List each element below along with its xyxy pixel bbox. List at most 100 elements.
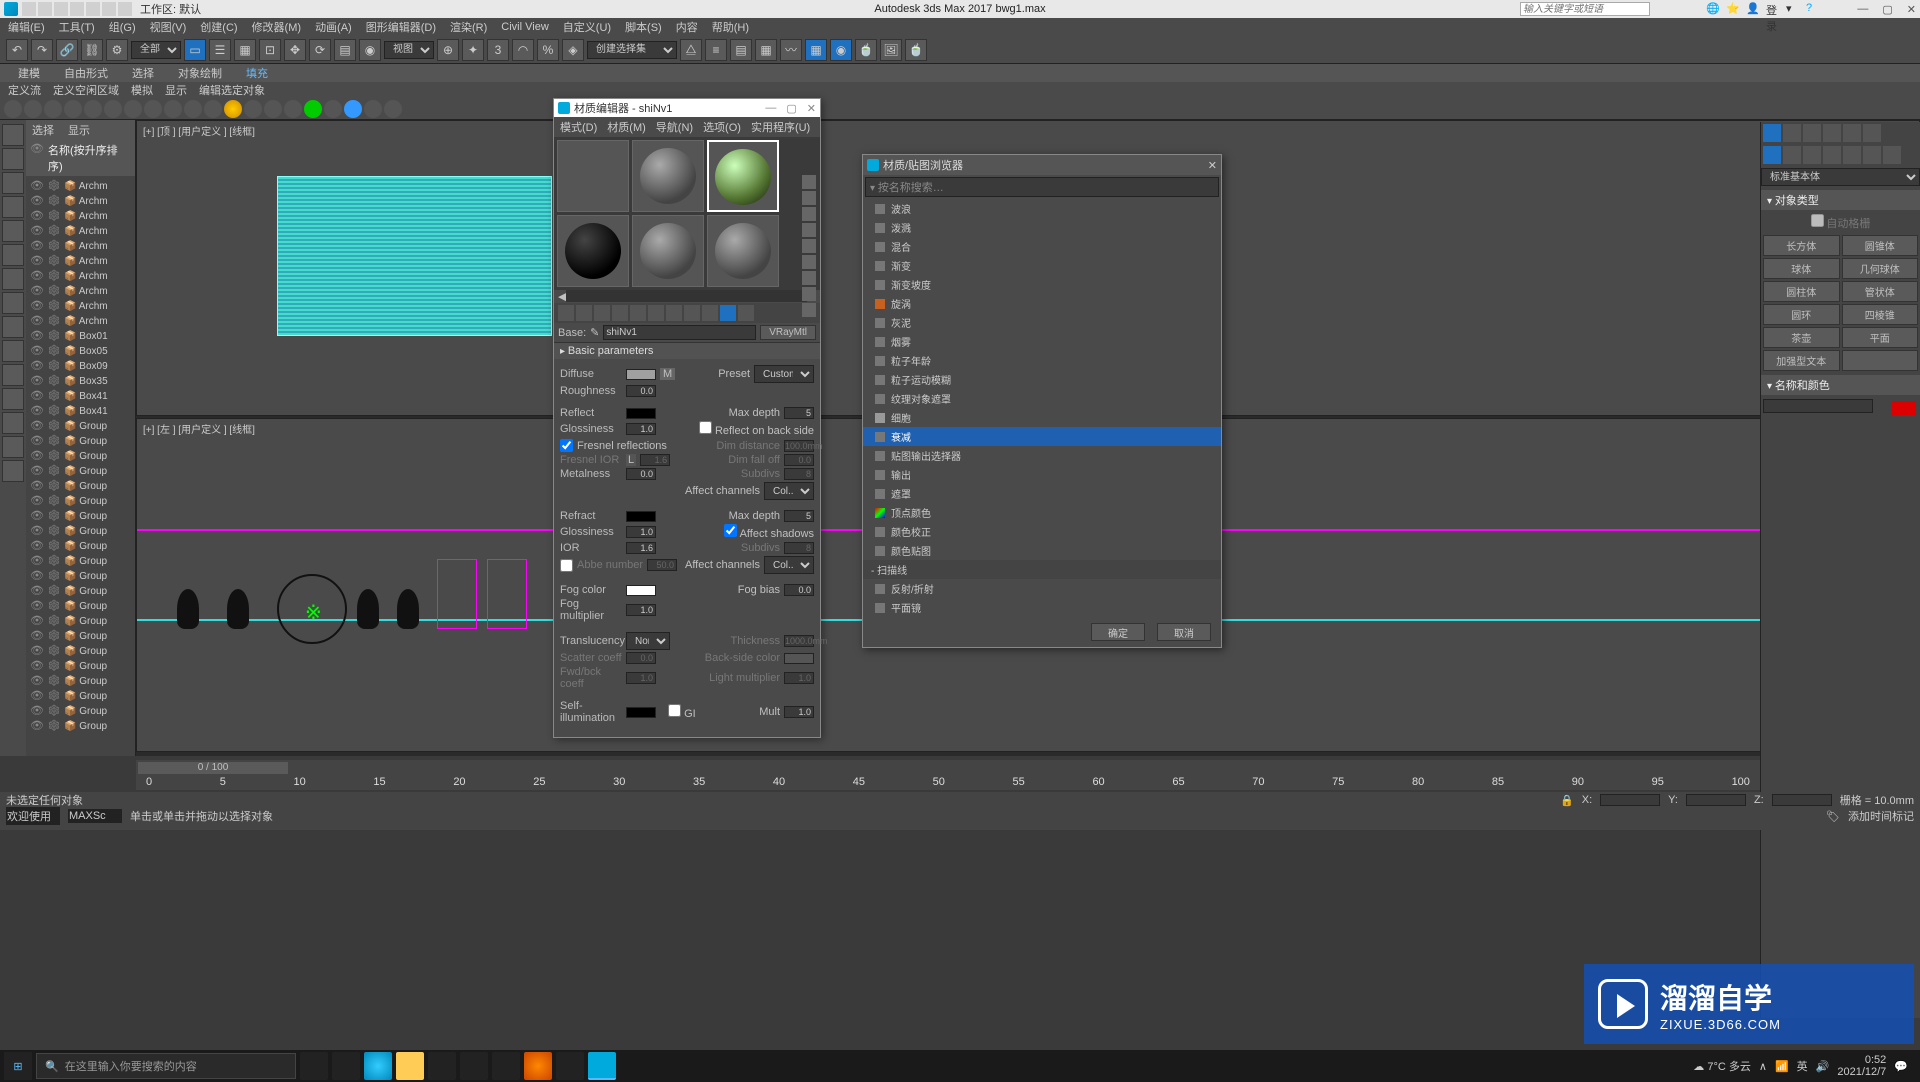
gloss-spinner[interactable]: 1.0	[626, 423, 656, 435]
primitive-button[interactable]: 圆柱体	[1763, 281, 1840, 302]
mb-item[interactable]: 薄壁折射	[863, 617, 1221, 619]
menu-civil[interactable]: Civil View	[501, 21, 548, 33]
refract-swatch[interactable]	[626, 511, 656, 522]
refr-md-spinner[interactable]: 5	[784, 510, 814, 522]
mb-item[interactable]: 顶点颜色	[863, 503, 1221, 522]
scene-item[interactable]: 👁 ❄ 📦 Group	[28, 538, 133, 553]
time-slider[interactable]: 0 / 100	[138, 762, 288, 774]
scene-item[interactable]: 👁 ❄ 📦 Box09	[28, 358, 133, 373]
mb-titlebar[interactable]: 材质/贴图浏览器 ✕	[863, 155, 1221, 175]
ribbon-tab[interactable]: 对象绘制	[178, 65, 222, 81]
me-tbtn[interactable]	[702, 305, 718, 321]
placement-button[interactable]: ◉	[359, 39, 381, 61]
qat-icon[interactable]	[54, 2, 68, 16]
mat-slot[interactable]	[557, 140, 629, 212]
mb-item[interactable]: 泼溅	[863, 218, 1221, 237]
left-tool[interactable]	[2, 460, 24, 482]
marker-icon[interactable]: 🏷	[1826, 810, 1840, 823]
ribbon-tab[interactable]: 自由形式	[64, 65, 108, 81]
scene-item[interactable]: 👁 ❄ 📦 Box05	[28, 343, 133, 358]
scene-item[interactable]: 👁 ❄ 📦 Box41	[28, 403, 133, 418]
left-tool[interactable]	[2, 244, 24, 266]
eye-icon[interactable]: 👁	[30, 142, 44, 174]
help-icon[interactable]: ?	[1806, 2, 1820, 16]
me-menu[interactable]: 材质(M)	[607, 119, 646, 135]
ribbon-tab[interactable]: 填充	[246, 65, 268, 81]
create-icon[interactable]	[324, 100, 342, 118]
left-tool[interactable]	[2, 148, 24, 170]
menu-render[interactable]: 渲染(R)	[450, 19, 487, 35]
me-close[interactable]: ✕	[807, 102, 816, 115]
scene-item[interactable]: 👁 ❄ 📦 Group	[28, 508, 133, 523]
fogbias-spinner[interactable]: 0.0	[784, 584, 814, 596]
marker-label[interactable]: 添加时间标记	[1848, 808, 1914, 824]
me-menu[interactable]: 导航(N)	[656, 119, 693, 135]
angle-snap-button[interactable]: ◠	[512, 39, 534, 61]
menu-modifier[interactable]: 修改器(M)	[252, 19, 302, 35]
taskbar-app[interactable]	[428, 1052, 456, 1080]
menu-create[interactable]: 创建(C)	[200, 19, 237, 35]
cmd-subtab[interactable]	[1823, 146, 1841, 164]
ribbon-item[interactable]: 定义流	[8, 82, 41, 98]
menu-script[interactable]: 脚本(S)	[625, 19, 662, 35]
cmd-subtab[interactable]	[1803, 146, 1821, 164]
me-tbtn[interactable]	[612, 305, 628, 321]
schematic-button[interactable]: ▦	[805, 39, 827, 61]
se-display[interactable]: 显示	[68, 122, 90, 138]
primitive-button[interactable]: 加强型文本	[1763, 350, 1840, 371]
me-tbtn[interactable]	[738, 305, 754, 321]
ribbon-item[interactable]: 显示	[165, 82, 187, 98]
scene-item[interactable]: 👁 ❄ 📦 Group	[28, 433, 133, 448]
coord-z[interactable]	[1772, 794, 1832, 806]
me-tool[interactable]	[802, 239, 816, 253]
me-titlebar[interactable]: 材质编辑器 - shiNv1 —▢✕	[554, 99, 820, 117]
primitive-button[interactable]: 圆锥体	[1842, 235, 1919, 256]
undo-button[interactable]: ↶	[6, 39, 28, 61]
tray-volume[interactable]: 🔊	[1816, 1060, 1830, 1073]
primitive-button[interactable]	[1842, 350, 1919, 371]
scroll-left[interactable]: ◀	[558, 290, 566, 303]
qat-icon[interactable]	[118, 2, 132, 16]
primitive-button[interactable]: 四棱锥	[1842, 304, 1919, 325]
left-tool[interactable]	[2, 196, 24, 218]
qat-icon[interactable]	[102, 2, 116, 16]
close-button[interactable]: ✕	[1907, 3, 1916, 16]
left-tool[interactable]	[2, 388, 24, 410]
ribbon-item[interactable]: 模拟	[131, 82, 153, 98]
fog-swatch[interactable]	[626, 585, 656, 596]
scene-item[interactable]: 👁 ❄ 📦 Archm	[28, 193, 133, 208]
cmd-tab[interactable]	[1803, 124, 1821, 142]
toggle-button[interactable]: ▦	[755, 39, 777, 61]
selfillum-swatch[interactable]	[626, 707, 656, 718]
scene-item[interactable]: 👁 ❄ 📦 Group	[28, 493, 133, 508]
create-icon[interactable]	[344, 100, 362, 118]
mb-item[interactable]: 渐变坡度	[863, 275, 1221, 294]
percent-snap-button[interactable]: %	[537, 39, 559, 61]
mb-item[interactable]: 渐变	[863, 256, 1221, 275]
left-tool[interactable]	[2, 220, 24, 242]
scene-item[interactable]: 👁 ❄ 📦 Group	[28, 463, 133, 478]
firefox-icon[interactable]	[524, 1052, 552, 1080]
select-button[interactable]: ▭	[184, 39, 206, 61]
me-tbtn[interactable]	[558, 305, 574, 321]
scene-item[interactable]: 👁 ❄ 📦 Archm	[28, 208, 133, 223]
center-button[interactable]: ⊕	[437, 39, 459, 61]
lock-icon[interactable]: 🔒	[1560, 794, 1574, 807]
move-button[interactable]: ✥	[284, 39, 306, 61]
me-menu[interactable]: 选项(O)	[703, 119, 741, 135]
chevron-down-icon[interactable]: ▾	[1786, 2, 1800, 16]
mb-item[interactable]: 细胞	[863, 408, 1221, 427]
create-icon[interactable]	[204, 100, 222, 118]
abbe-check[interactable]	[560, 559, 573, 572]
create-icon[interactable]	[384, 100, 402, 118]
mat-slot[interactable]	[557, 215, 629, 287]
cmd-tab[interactable]	[1783, 124, 1801, 142]
scene-item[interactable]: 👁 ❄ 📦 Group	[28, 658, 133, 673]
mb-ok-button[interactable]: 确定	[1091, 623, 1145, 641]
left-tool[interactable]	[2, 316, 24, 338]
create-icon[interactable]	[84, 100, 102, 118]
user-icon[interactable]: 👤	[1746, 2, 1760, 16]
mat-slot-selected[interactable]	[707, 140, 779, 212]
create-icon[interactable]	[164, 100, 182, 118]
mat-slot[interactable]	[707, 215, 779, 287]
